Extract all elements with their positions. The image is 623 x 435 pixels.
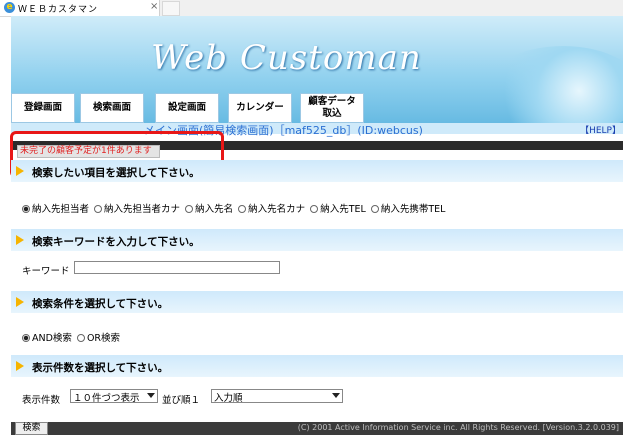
- brand-logo: Web Customan: [151, 38, 422, 78]
- nav-register-button[interactable]: 登録画面: [11, 93, 75, 123]
- radio-option[interactable]: 納入先名カナ: [238, 201, 305, 215]
- nav-search-button[interactable]: 検索画面: [80, 93, 144, 123]
- radio-option[interactable]: 納入先TEL: [310, 201, 366, 215]
- radio-dot[interactable]: [22, 205, 30, 213]
- radio-dot[interactable]: [185, 205, 194, 213]
- nav-label: 検索画面: [92, 102, 131, 113]
- search-button[interactable]: 検索: [15, 422, 48, 435]
- radio-dot[interactable]: [238, 205, 247, 213]
- keyword-input[interactable]: [74, 261, 280, 274]
- triangle-icon: [16, 297, 24, 307]
- triangle-icon: [16, 361, 24, 371]
- section-header-item: 検索したい項目を選択して下さい。: [11, 160, 623, 182]
- radio-label: 納入先TEL: [320, 204, 366, 215]
- sort-select[interactable]: 入力順: [211, 389, 343, 404]
- copyright: (C) 2001 Active Information Service inc.…: [297, 423, 619, 432]
- ie-icon: e: [4, 2, 15, 13]
- radio-dot[interactable]: [370, 205, 379, 213]
- section-title: 検索条件を選択して下さい。: [32, 298, 169, 310]
- section-header-condition: 検索条件を選択して下さい。: [11, 291, 623, 313]
- radio-label: 納入先名カナ: [248, 204, 306, 215]
- nav-label: 取込: [322, 108, 342, 119]
- radio-label: 納入先担当者: [32, 204, 90, 215]
- item-radio-group: 納入先担当者 納入先担当者カナ 納入先名 納入先名カナ 納入先TEL 納入先携帯…: [22, 201, 447, 215]
- triangle-icon: [16, 235, 24, 245]
- new-tab-button[interactable]: [162, 1, 180, 16]
- count-select[interactable]: １０件づつ表示: [70, 389, 158, 404]
- radio-dot[interactable]: [94, 205, 103, 213]
- section-header-count: 表示件数を選択して下さい。: [11, 355, 623, 377]
- condition-radio-group: AND検索 OR検索: [22, 330, 122, 344]
- triangle-icon: [16, 166, 24, 176]
- sort-label: 並び順１: [162, 395, 201, 406]
- section-header-keyword: 検索キーワードを入力して下さい。: [11, 229, 623, 251]
- radio-dot[interactable]: [22, 334, 30, 342]
- radio-label: 納入先名: [195, 204, 234, 215]
- section-title: 検索キーワードを入力して下さい。: [32, 236, 200, 248]
- browser-tab[interactable]: e ＷＥＢカスタマン ×: [0, 0, 160, 16]
- radio-option[interactable]: AND検索: [22, 330, 72, 344]
- radio-option[interactable]: OR検索: [76, 330, 121, 344]
- chevron-down-icon: [332, 393, 340, 398]
- banner-decoration: [483, 46, 623, 132]
- count-select-value: １０件づつ表示: [73, 393, 140, 404]
- tab-title: ＷＥＢカスタマン: [18, 5, 99, 15]
- close-icon[interactable]: ×: [150, 1, 158, 12]
- radio-label: AND検索: [32, 333, 72, 344]
- nav-label: 登録画面: [23, 102, 62, 113]
- sort-select-value: 入力順: [214, 393, 243, 404]
- radio-label: OR検索: [86, 333, 121, 344]
- radio-option[interactable]: 納入先担当者: [22, 201, 89, 215]
- nav-label: 設定画面: [167, 102, 206, 113]
- nav-label: カレンダー: [236, 102, 284, 113]
- radio-option[interactable]: 納入先名: [185, 201, 233, 215]
- section-title: 表示件数を選択して下さい。: [32, 362, 169, 374]
- count-label: 表示件数: [22, 395, 61, 406]
- radio-label: 納入先担当者カナ: [104, 204, 181, 215]
- keyword-label: キーワード: [22, 266, 70, 277]
- nav-import-button[interactable]: 顧客データ 取込: [300, 93, 364, 123]
- chevron-down-icon: [147, 393, 155, 398]
- radio-option[interactable]: 納入先担当者カナ: [94, 201, 180, 215]
- help-link[interactable]: 【HELP】: [580, 123, 621, 136]
- nav-label: 顧客データ: [308, 96, 356, 107]
- nav-calendar-button[interactable]: カレンダー: [228, 93, 292, 123]
- footer-bar: (C) 2001 Active Information Service inc.…: [11, 422, 623, 435]
- radio-dot[interactable]: [310, 205, 319, 213]
- nav-settings-button[interactable]: 設定画面: [155, 93, 219, 123]
- radio-dot[interactable]: [76, 334, 85, 342]
- section-title: 検索したい項目を選択して下さい。: [32, 167, 200, 179]
- radio-option[interactable]: 納入先携帯TEL: [370, 201, 446, 215]
- browser-tabstrip: e ＷＥＢカスタマン ×: [0, 0, 623, 17]
- radio-label: 納入先携帯TEL: [380, 204, 446, 215]
